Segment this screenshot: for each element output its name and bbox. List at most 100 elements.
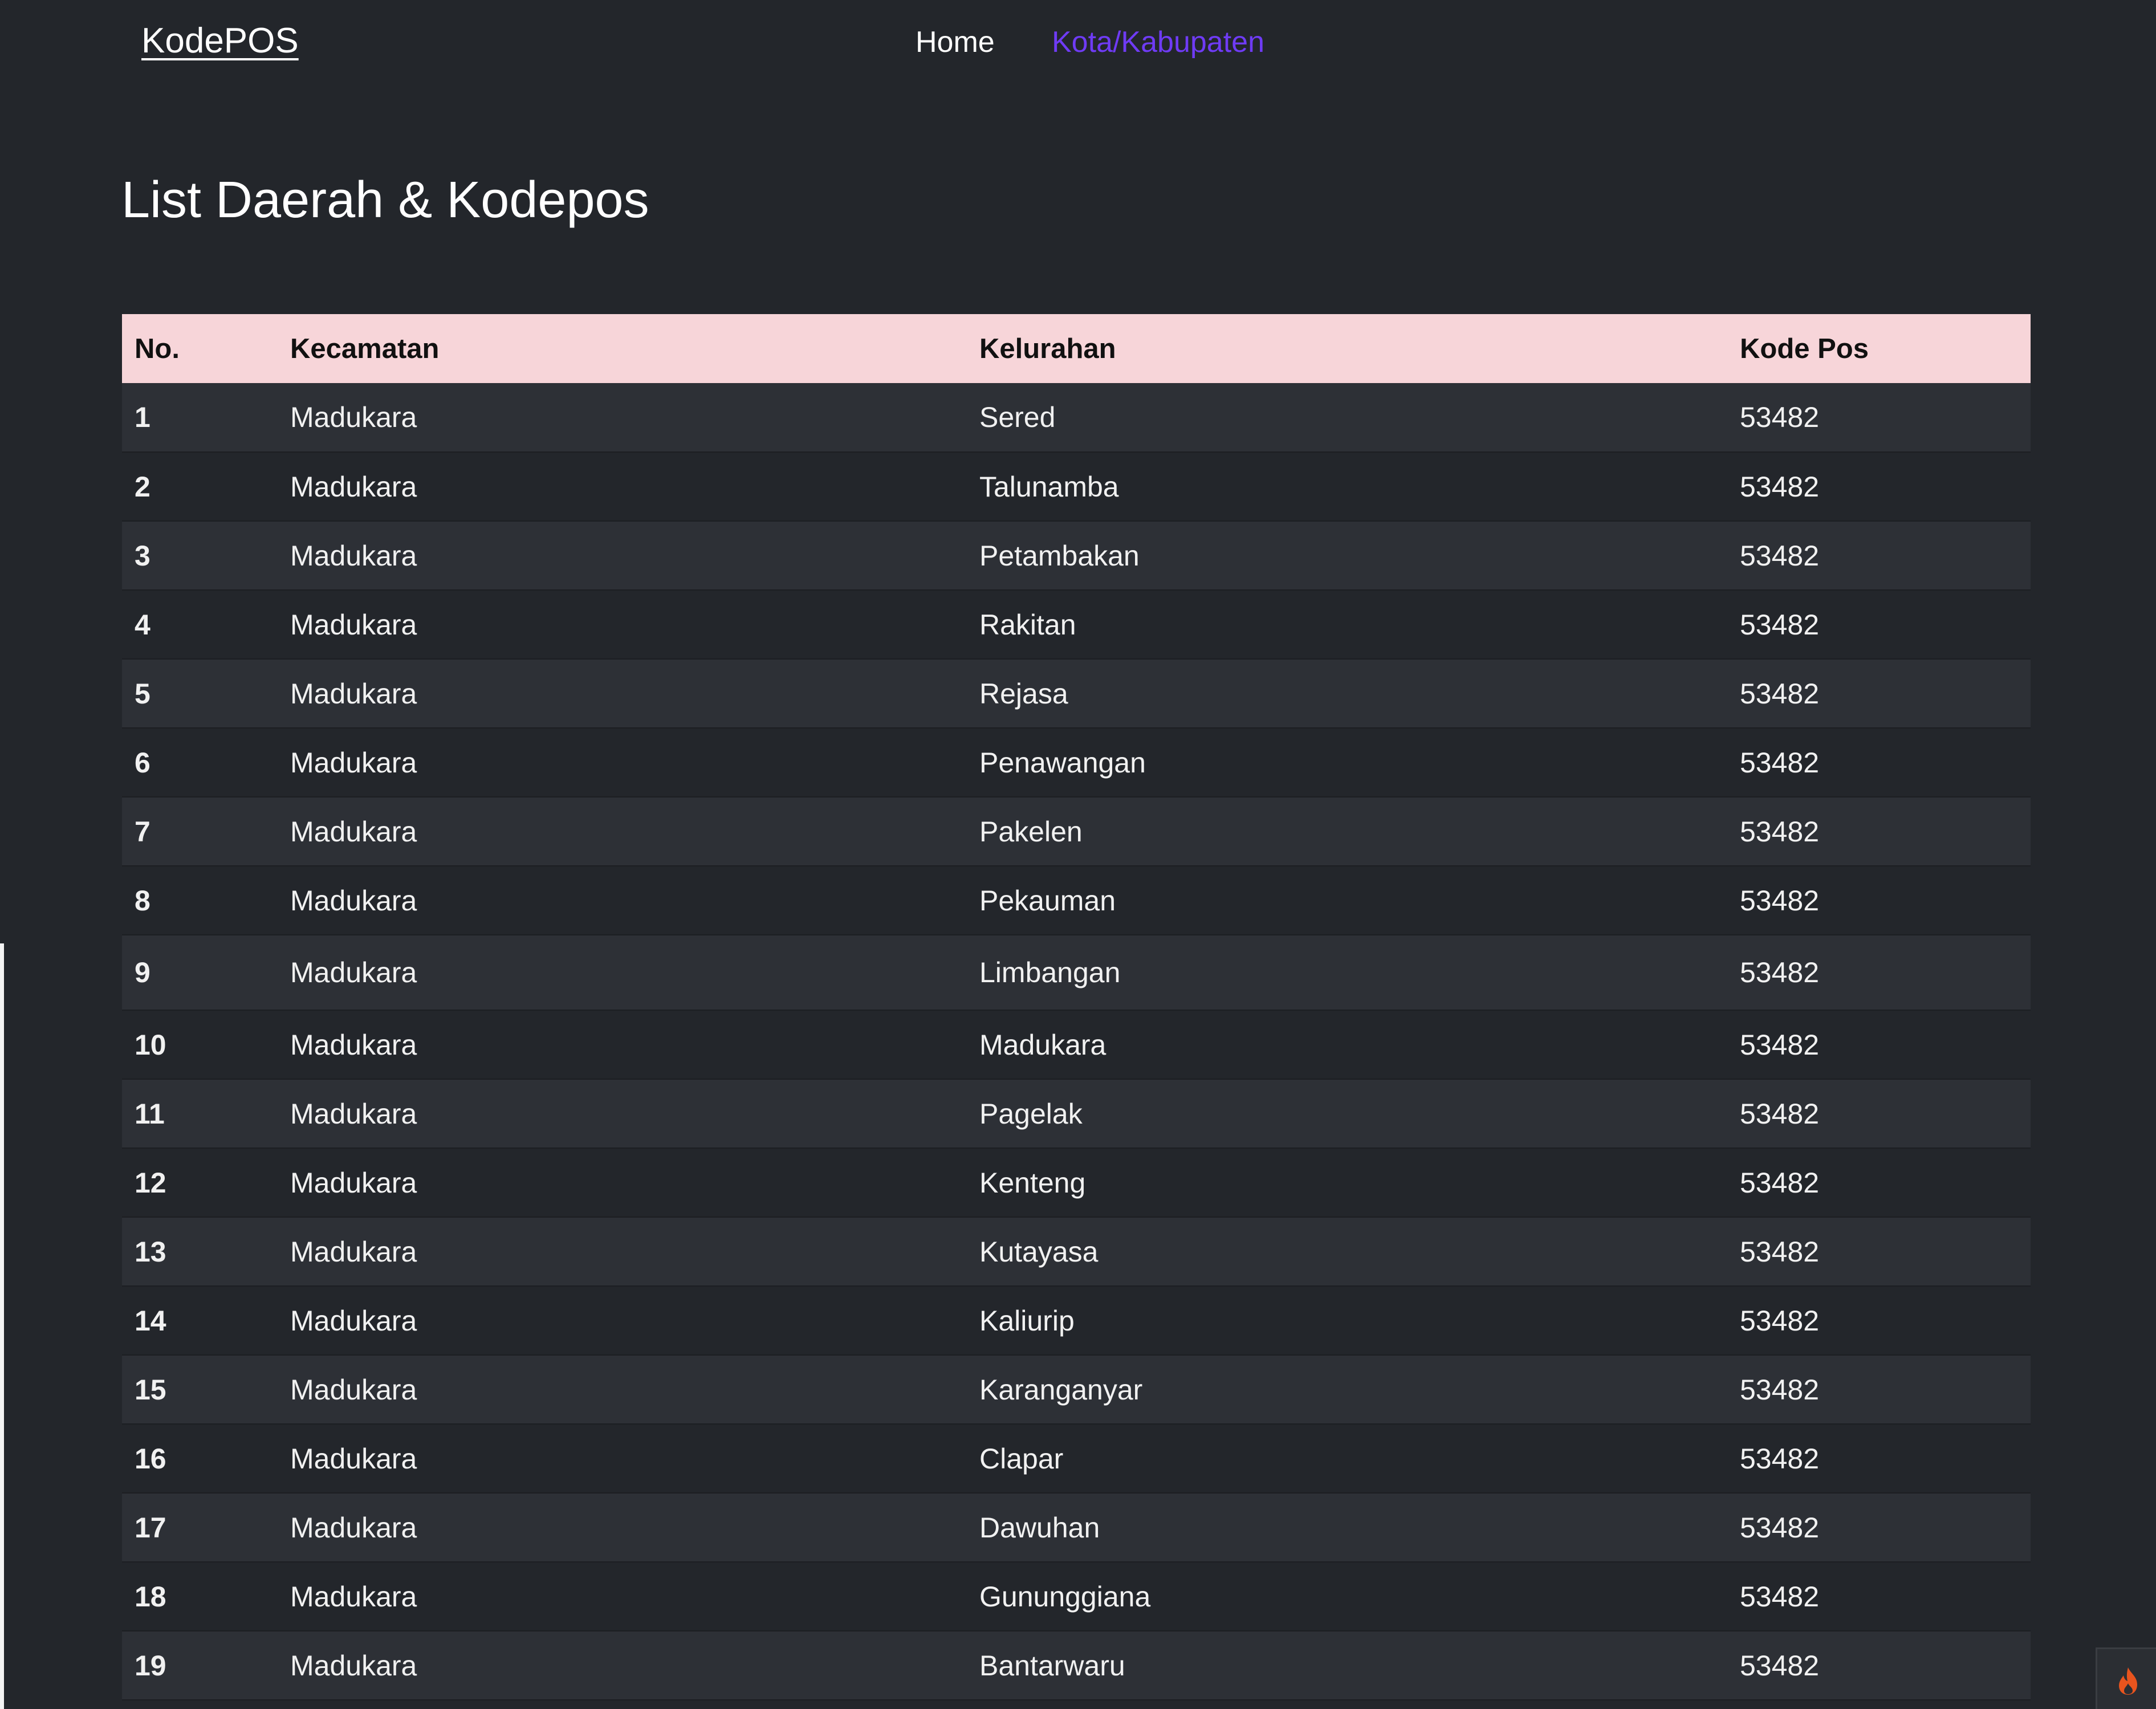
cell-no: 19 xyxy=(135,1649,166,1682)
cell-kelurahan: Limbangan xyxy=(979,957,1121,988)
cell-kelurahan: Pekauman xyxy=(979,884,1116,917)
table-row: 12 Madukara Kenteng 53482 xyxy=(122,1148,2031,1217)
cell-kecamatan: Madukara xyxy=(290,1028,417,1061)
cell-kelurahan: Kaliurip xyxy=(979,1304,1075,1337)
table-row: 2 Madukara Talunamba 53482 xyxy=(122,452,2031,521)
cell-kode-pos: 53482 xyxy=(1740,1442,1820,1475)
cell-kelurahan: Talunamba xyxy=(979,470,1119,503)
cell-kelurahan: Dawuhan xyxy=(979,1511,1100,1544)
cell-kelurahan: Clapar xyxy=(979,1442,1064,1475)
header-kode-pos: Kode Pos xyxy=(1740,333,1869,364)
table-row: 5 Madukara Rejasa 53482 xyxy=(122,659,2031,728)
cell-kecamatan: Madukara xyxy=(290,539,417,572)
cell-kecamatan: Madukara xyxy=(290,1373,417,1406)
cell-kode-pos: 53482 xyxy=(1740,815,1820,848)
cell-kelurahan: Pakelen xyxy=(979,815,1083,848)
table-row: 1 Madukara Sered 53482 xyxy=(122,383,2031,452)
cell-kelurahan: Pagelak xyxy=(979,1097,1083,1130)
table-row: 15 Madukara Karanganyar 53482 xyxy=(122,1355,2031,1424)
table-row: 4 Madukara Rakitan 53482 xyxy=(122,590,2031,659)
header-kecamatan: Kecamatan xyxy=(290,333,440,364)
cell-no: 7 xyxy=(135,815,150,848)
table-row: 9 Madukara Limbangan 53482 xyxy=(122,935,2031,1010)
table-row: 16 Madukara Clapar 53482 xyxy=(122,1424,2031,1493)
cell-kecamatan: Madukara xyxy=(290,746,417,779)
left-edge-bar xyxy=(0,943,4,1709)
corner-widget-button[interactable] xyxy=(2096,1647,2156,1709)
navbar: KodePOS Home Kota/Kabupaten xyxy=(0,0,2156,91)
table-row: 11 Madukara Pagelak 53482 xyxy=(122,1079,2031,1148)
cell-kecamatan: Madukara xyxy=(290,1166,417,1199)
cell-kode-pos: 53482 xyxy=(1740,746,1820,779)
table-row: 10 Madukara Madukara 53482 xyxy=(122,1010,2031,1079)
cell-kelurahan: Petambakan xyxy=(979,539,1140,572)
cell-kelurahan: Bantarwaru xyxy=(979,1649,1125,1682)
cell-no: 10 xyxy=(135,1028,166,1061)
cell-kode-pos: 53482 xyxy=(1740,1235,1820,1268)
table-row: 18 Madukara Gununggiana 53482 xyxy=(122,1562,2031,1631)
cell-kecamatan: Madukara xyxy=(290,1649,417,1682)
cell-kecamatan: Madukara xyxy=(290,1442,417,1475)
cell-kelurahan: Kutayasa xyxy=(979,1235,1099,1268)
cell-kecamatan: Madukara xyxy=(290,1511,417,1544)
cell-kode-pos: 53482 xyxy=(1740,1580,1820,1613)
cell-kelurahan: Sered xyxy=(979,401,1056,433)
header-no: No. xyxy=(135,333,180,364)
cell-kode-pos: 53482 xyxy=(1740,470,1820,503)
cell-kelurahan: Rejasa xyxy=(979,677,1068,710)
cell-kode-pos: 53482 xyxy=(1740,401,1820,433)
cell-no: 17 xyxy=(135,1511,166,1544)
cell-kode-pos: 53482 xyxy=(1740,1304,1820,1337)
cell-no: 3 xyxy=(135,539,150,572)
cell-kelurahan: Kenteng xyxy=(979,1166,1086,1199)
cell-no: 13 xyxy=(135,1235,166,1268)
cell-kode-pos: 53482 xyxy=(1740,1166,1820,1199)
cell-no: 5 xyxy=(135,677,150,710)
cell-no: 8 xyxy=(135,884,150,917)
table-row: 19 Madukara Bantarwaru 53482 xyxy=(122,1631,2031,1700)
cell-no: 6 xyxy=(135,746,150,779)
nav-kota-kabupaten-link[interactable]: Kota/Kabupaten xyxy=(1052,25,1264,59)
cell-kecamatan: Madukara xyxy=(290,470,417,503)
table-row: 3 Madukara Petambakan 53482 xyxy=(122,521,2031,590)
cell-kecamatan: Madukara xyxy=(290,815,417,848)
cell-kelurahan: Madukara xyxy=(979,1028,1107,1061)
cell-kecamatan: Madukara xyxy=(290,1304,417,1337)
header-kelurahan: Kelurahan xyxy=(979,333,1116,364)
cell-kode-pos: 53482 xyxy=(1740,1028,1820,1061)
flame-icon xyxy=(2119,1667,2137,1695)
table-header-row: No. Kecamatan Kelurahan Kode Pos xyxy=(122,314,2031,383)
cell-kode-pos: 53482 xyxy=(1740,539,1820,572)
cell-no: 12 xyxy=(135,1166,166,1199)
cell-no: 9 xyxy=(135,957,150,988)
page-title: List Daerah & Kodepos xyxy=(121,172,649,229)
cell-kecamatan: Madukara xyxy=(290,884,417,917)
cell-kecamatan: Madukara xyxy=(290,1580,417,1613)
cell-kecamatan: Madukara xyxy=(290,1235,417,1268)
cell-kecamatan: Madukara xyxy=(290,677,417,710)
cell-kode-pos: 53482 xyxy=(1740,608,1820,641)
cell-no: 14 xyxy=(135,1304,166,1337)
cell-no: 16 xyxy=(135,1442,166,1475)
table-row: 7 Madukara Pakelen 53482 xyxy=(122,797,2031,866)
cell-kode-pos: 53482 xyxy=(1740,1373,1820,1406)
cell-kecamatan: Madukara xyxy=(290,608,417,641)
brand-link[interactable]: KodePOS xyxy=(141,21,299,61)
table-row: 8 Madukara Pekauman 53482 xyxy=(122,866,2031,935)
cell-kode-pos: 53482 xyxy=(1740,1097,1820,1130)
cell-no: 1 xyxy=(135,401,150,433)
postal-code-table-container: No. Kecamatan Kelurahan Kode Pos 1 Maduk… xyxy=(122,314,2031,1700)
cell-kode-pos: 53482 xyxy=(1740,1511,1820,1544)
nav-home-link[interactable]: Home xyxy=(916,25,995,59)
cell-kode-pos: 53482 xyxy=(1740,957,1820,988)
table-row: 6 Madukara Penawangan 53482 xyxy=(122,728,2031,797)
cell-kelurahan: Karanganyar xyxy=(979,1373,1143,1406)
table-row: 17 Madukara Dawuhan 53482 xyxy=(122,1493,2031,1562)
cell-kelurahan: Penawangan xyxy=(979,746,1146,779)
postal-code-table: No. Kecamatan Kelurahan Kode Pos 1 Maduk… xyxy=(122,314,2031,1700)
cell-kode-pos: 53482 xyxy=(1740,884,1820,917)
cell-no: 15 xyxy=(135,1373,166,1406)
cell-no: 11 xyxy=(135,1097,165,1130)
table-row: 13 Madukara Kutayasa 53482 xyxy=(122,1217,2031,1286)
table-row: 14 Madukara Kaliurip 53482 xyxy=(122,1286,2031,1355)
